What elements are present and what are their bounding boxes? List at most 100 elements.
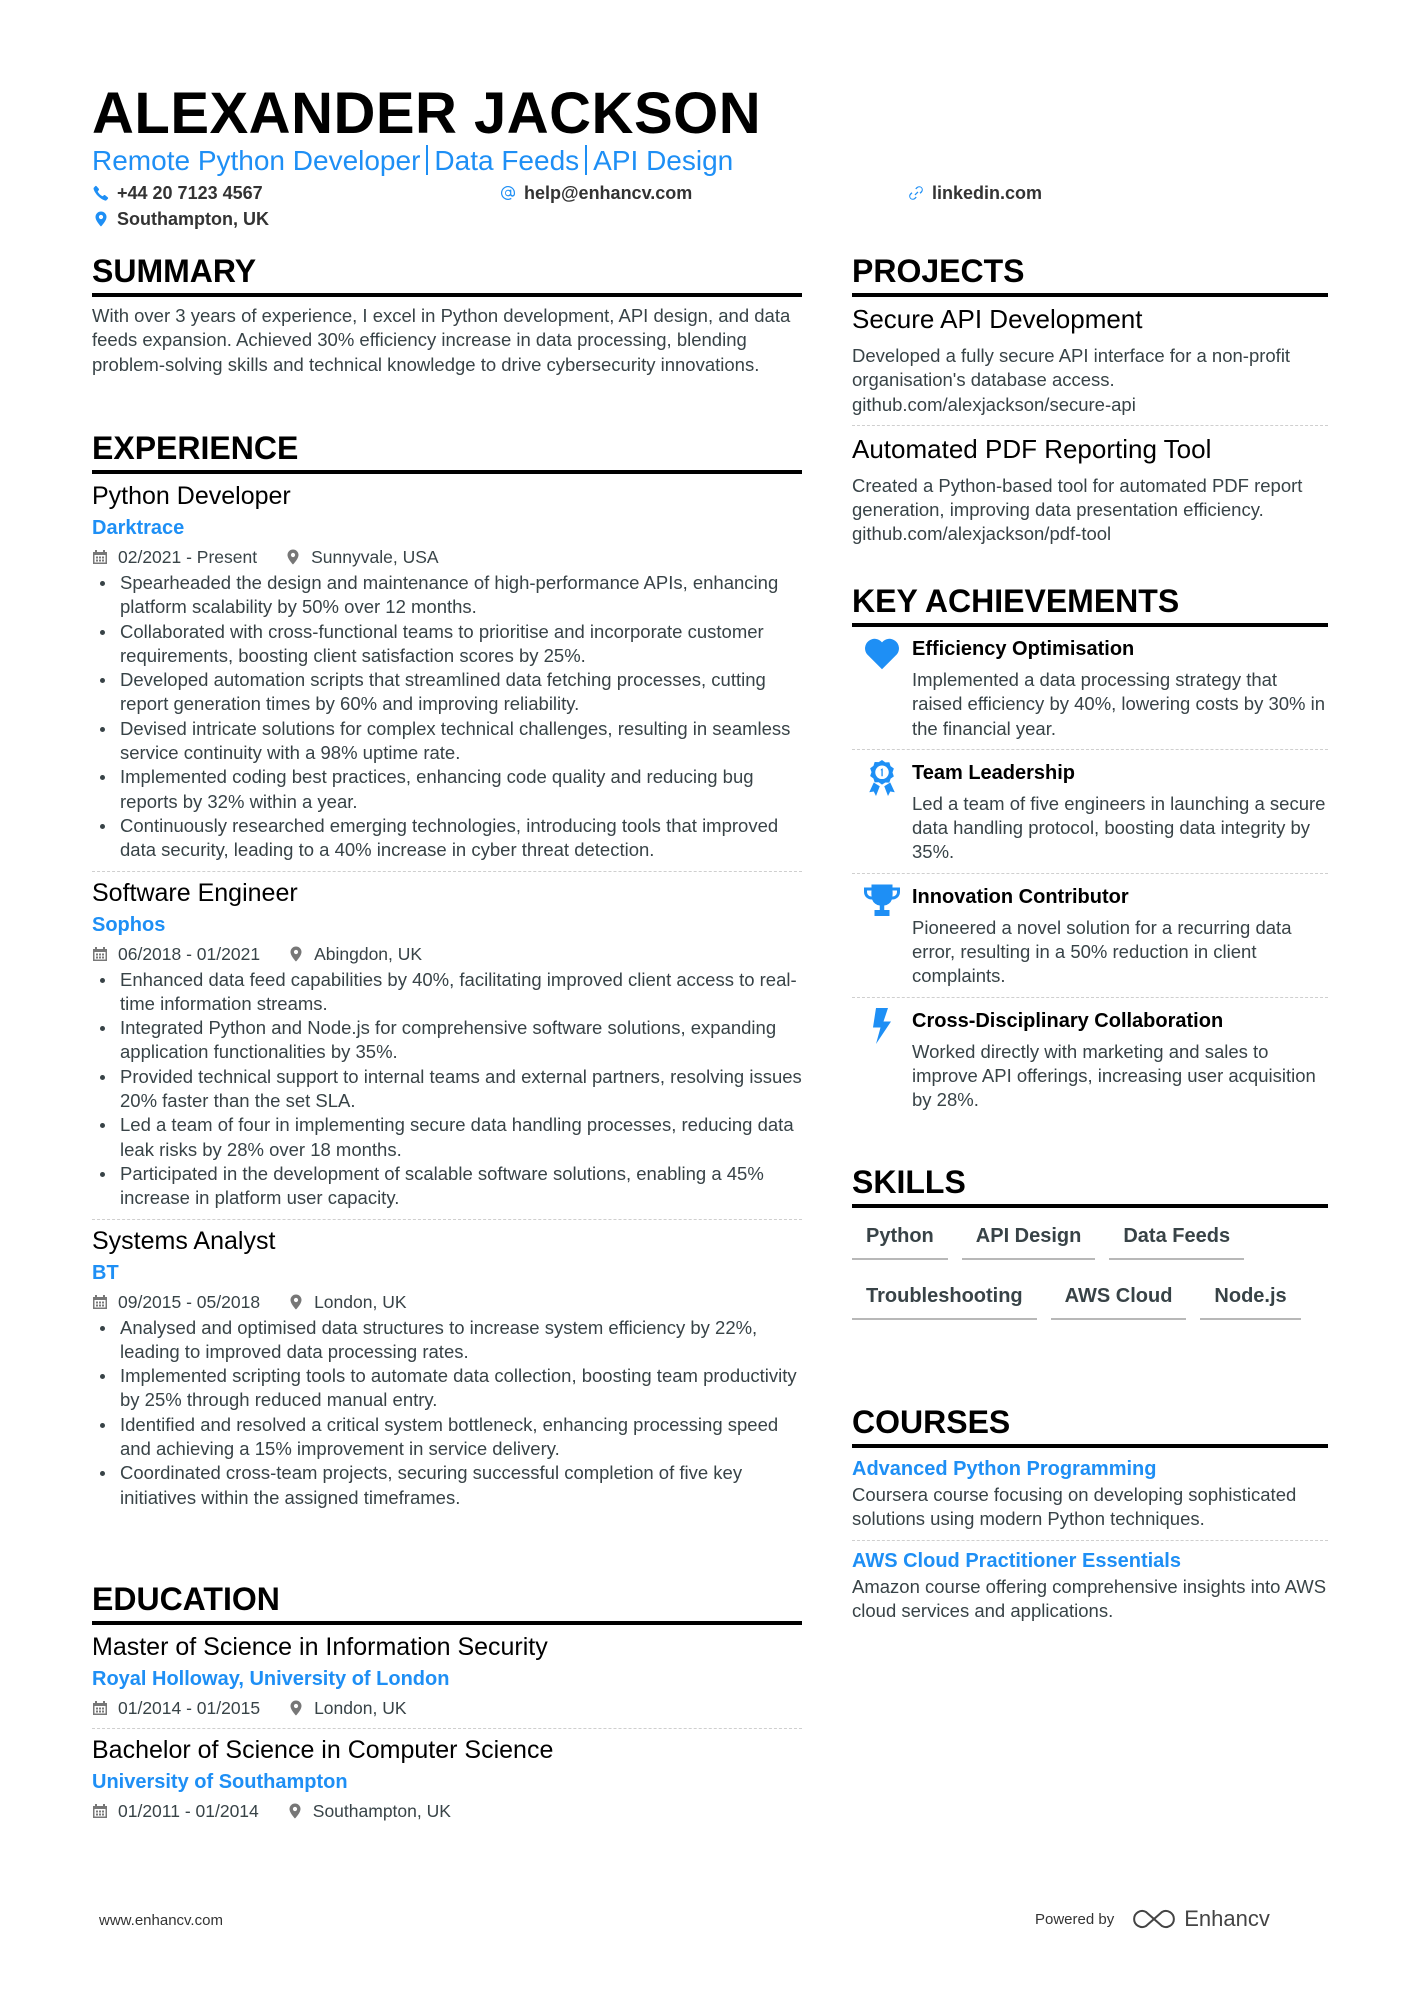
phone-icon: [93, 185, 109, 201]
phone-text: +44 20 7123 4567: [117, 183, 263, 203]
item-divider: [852, 424, 1328, 426]
section-heading-projects: PROJECTS: [852, 253, 1025, 289]
bullet-item: Spearheaded the design and maintenance o…: [92, 571, 802, 620]
education-dates: 01/2014 - 01/2015: [118, 1698, 261, 1718]
job-meta: 09/2015 - 05/2018 London, UK: [92, 1288, 802, 1316]
bullet-item: Provided technical support to internal t…: [92, 1065, 802, 1114]
achievement-title: Cross-Disciplinary Collaboration: [912, 1009, 1224, 1032]
section-heading-experience: EXPERIENCE: [92, 430, 299, 466]
summary-text: With over 3 years of experience, I excel…: [92, 305, 791, 375]
course-title: AWS Cloud Practitioner Essentials: [852, 1549, 1181, 1572]
bullet-item: Implemented scripting tools to automate …: [92, 1364, 802, 1413]
education-list: Master of Science in Information Securit…: [92, 1630, 802, 1825]
bullet-item: Participated in the development of scala…: [92, 1162, 802, 1211]
job-location: Abingdon, UK: [314, 943, 423, 964]
section-heading-courses: COURSES: [852, 1404, 1011, 1440]
bullet-item: Continuously researched emerging technol…: [92, 814, 802, 863]
education-meta: 01/2011 - 01/2014 Southampton, UK: [92, 1797, 802, 1825]
section-heading-summary: SUMMARY: [92, 253, 257, 289]
at-sign-icon: [500, 186, 515, 200]
item-divider: [852, 872, 1328, 874]
job-location: Sunnyvale, USA: [311, 547, 439, 567]
company-name: Sophos: [92, 913, 166, 936]
course-description: Amazon course offering comprehensive ins…: [852, 1575, 1327, 1621]
job-dates: 02/2021 - Present: [118, 547, 258, 567]
bullet-item: Enhanced data feed capabilities by 40%, …: [92, 968, 802, 1017]
contact-phone[interactable]: +44 20 7123 4567: [93, 182, 263, 204]
contact-email[interactable]: help@enhancv.com: [500, 182, 692, 204]
education-dates: 01/2011 - 01/2014: [118, 1801, 259, 1821]
item-divider: [92, 870, 802, 872]
experience-item: Python Developer Darktrace 02/2021 - Pre…: [92, 479, 802, 871]
bullet-item: Collaborated with cross-functional teams…: [92, 620, 802, 669]
education-location: Southampton, UK: [312, 1801, 451, 1821]
location-pin-icon: [290, 1294, 302, 1310]
lightning-bolt-icon: [873, 1007, 891, 1044]
project-description: Developed a fully secure API interface f…: [852, 345, 1291, 415]
projects-list: Secure API Development Developed a fully…: [852, 302, 1328, 547]
section-divider: [92, 1621, 802, 1625]
location-text: Southampton, UK: [117, 209, 269, 229]
job-meta: 06/2018 - 01/2021 Abingdon, UK: [92, 940, 802, 968]
bullet-item: Implemented coding best practices, enhan…: [92, 765, 802, 814]
section-divider: [852, 1444, 1328, 1448]
achievement-title: Team Leadership: [912, 761, 1076, 784]
skill-tag: Python: [852, 1218, 948, 1260]
company-name: BT: [92, 1261, 119, 1284]
job-location: London, UK: [314, 1291, 407, 1312]
candidate-name: ALEXANDER JACKSON: [92, 81, 762, 146]
bullet-item: Analysed and optimised data structures t…: [92, 1316, 802, 1365]
experience-item: Systems Analyst BT 09/2015 - 05/2018 Lon…: [92, 1224, 802, 1510]
courses-list: Advanced Python Programming Coursera cou…: [852, 1455, 1328, 1623]
section-heading-skills: SKILLS: [852, 1164, 966, 1200]
course-item: Advanced Python Programming Coursera cou…: [852, 1455, 1328, 1540]
contact-location: Southampton, UK: [93, 208, 269, 230]
calendar-icon: [93, 1701, 107, 1715]
skill-tag: Node.js: [1200, 1278, 1301, 1320]
footer-website-link[interactable]: www.enhancv.com: [99, 1912, 223, 1929]
skill-tag: Troubleshooting: [852, 1278, 1037, 1320]
project-title: Secure API Development: [852, 304, 1143, 334]
section-divider: [92, 293, 802, 297]
section-divider: [852, 293, 1328, 297]
degree-title: Bachelor of Science in Computer Science: [92, 1736, 554, 1764]
calendar-icon: [93, 946, 107, 961]
footer-powered-by: Powered by Enhancv: [1035, 1906, 1270, 1932]
calendar-icon: [93, 1294, 107, 1309]
achievement-description: Pioneered a novel solution for a recurri…: [912, 916, 1292, 987]
school-name: University of Southampton: [92, 1771, 348, 1793]
achievement-item: Team Leadership Led a team of five engin…: [852, 758, 1328, 873]
job-dates: 06/2018 - 01/2021: [118, 943, 261, 964]
calendar-icon: [93, 1804, 107, 1818]
email-text: help@enhancv.com: [524, 183, 693, 203]
job-bullets: Analysed and optimised data structures t…: [92, 1316, 802, 1510]
job-dates: 09/2015 - 05/2018: [118, 1291, 261, 1312]
job-meta: 02/2021 - Present Sunnyvale, USA: [92, 543, 802, 571]
company-name: Darktrace: [92, 517, 185, 539]
enhancv-logo-icon: [1133, 1910, 1176, 1928]
experience-list: Python Developer Darktrace 02/2021 - Pre…: [92, 479, 802, 1510]
course-item: AWS Cloud Practitioner Essentials Amazon…: [852, 1547, 1328, 1624]
achievement-item: Cross-Disciplinary Collaboration Worked …: [852, 1006, 1328, 1113]
headline-separator: [585, 145, 588, 175]
contact-link[interactable]: linkedin.com: [908, 182, 1042, 204]
powered-by-label: Powered by: [1035, 1910, 1115, 1928]
bullet-item: Identified and resolved a critical syste…: [92, 1413, 802, 1462]
link-icon: [909, 186, 923, 200]
job-bullets: Spearheaded the design and maintenance o…: [92, 571, 802, 863]
brand-logo[interactable]: Enhancv: [1132, 1906, 1270, 1932]
section-heading-education: EDUCATION: [92, 1581, 280, 1617]
location-pin-icon: [289, 1803, 301, 1819]
section-divider: [92, 470, 802, 474]
section-divider: [852, 623, 1328, 627]
education-location: London, UK: [314, 1698, 407, 1718]
brand-name: Enhancv: [1184, 1906, 1270, 1931]
item-divider: [852, 996, 1328, 998]
headline-part: API Design: [593, 145, 734, 176]
job-title: Systems Analyst: [92, 1226, 276, 1255]
achievement-item: Efficiency Optimisation Implemented a da…: [852, 634, 1328, 749]
link-text: linkedin.com: [932, 183, 1043, 203]
school-name: Royal Holloway, University of London: [92, 1668, 450, 1690]
achievements-list: Efficiency Optimisation Implemented a da…: [852, 634, 1328, 1113]
location-pin-icon: [95, 211, 107, 227]
